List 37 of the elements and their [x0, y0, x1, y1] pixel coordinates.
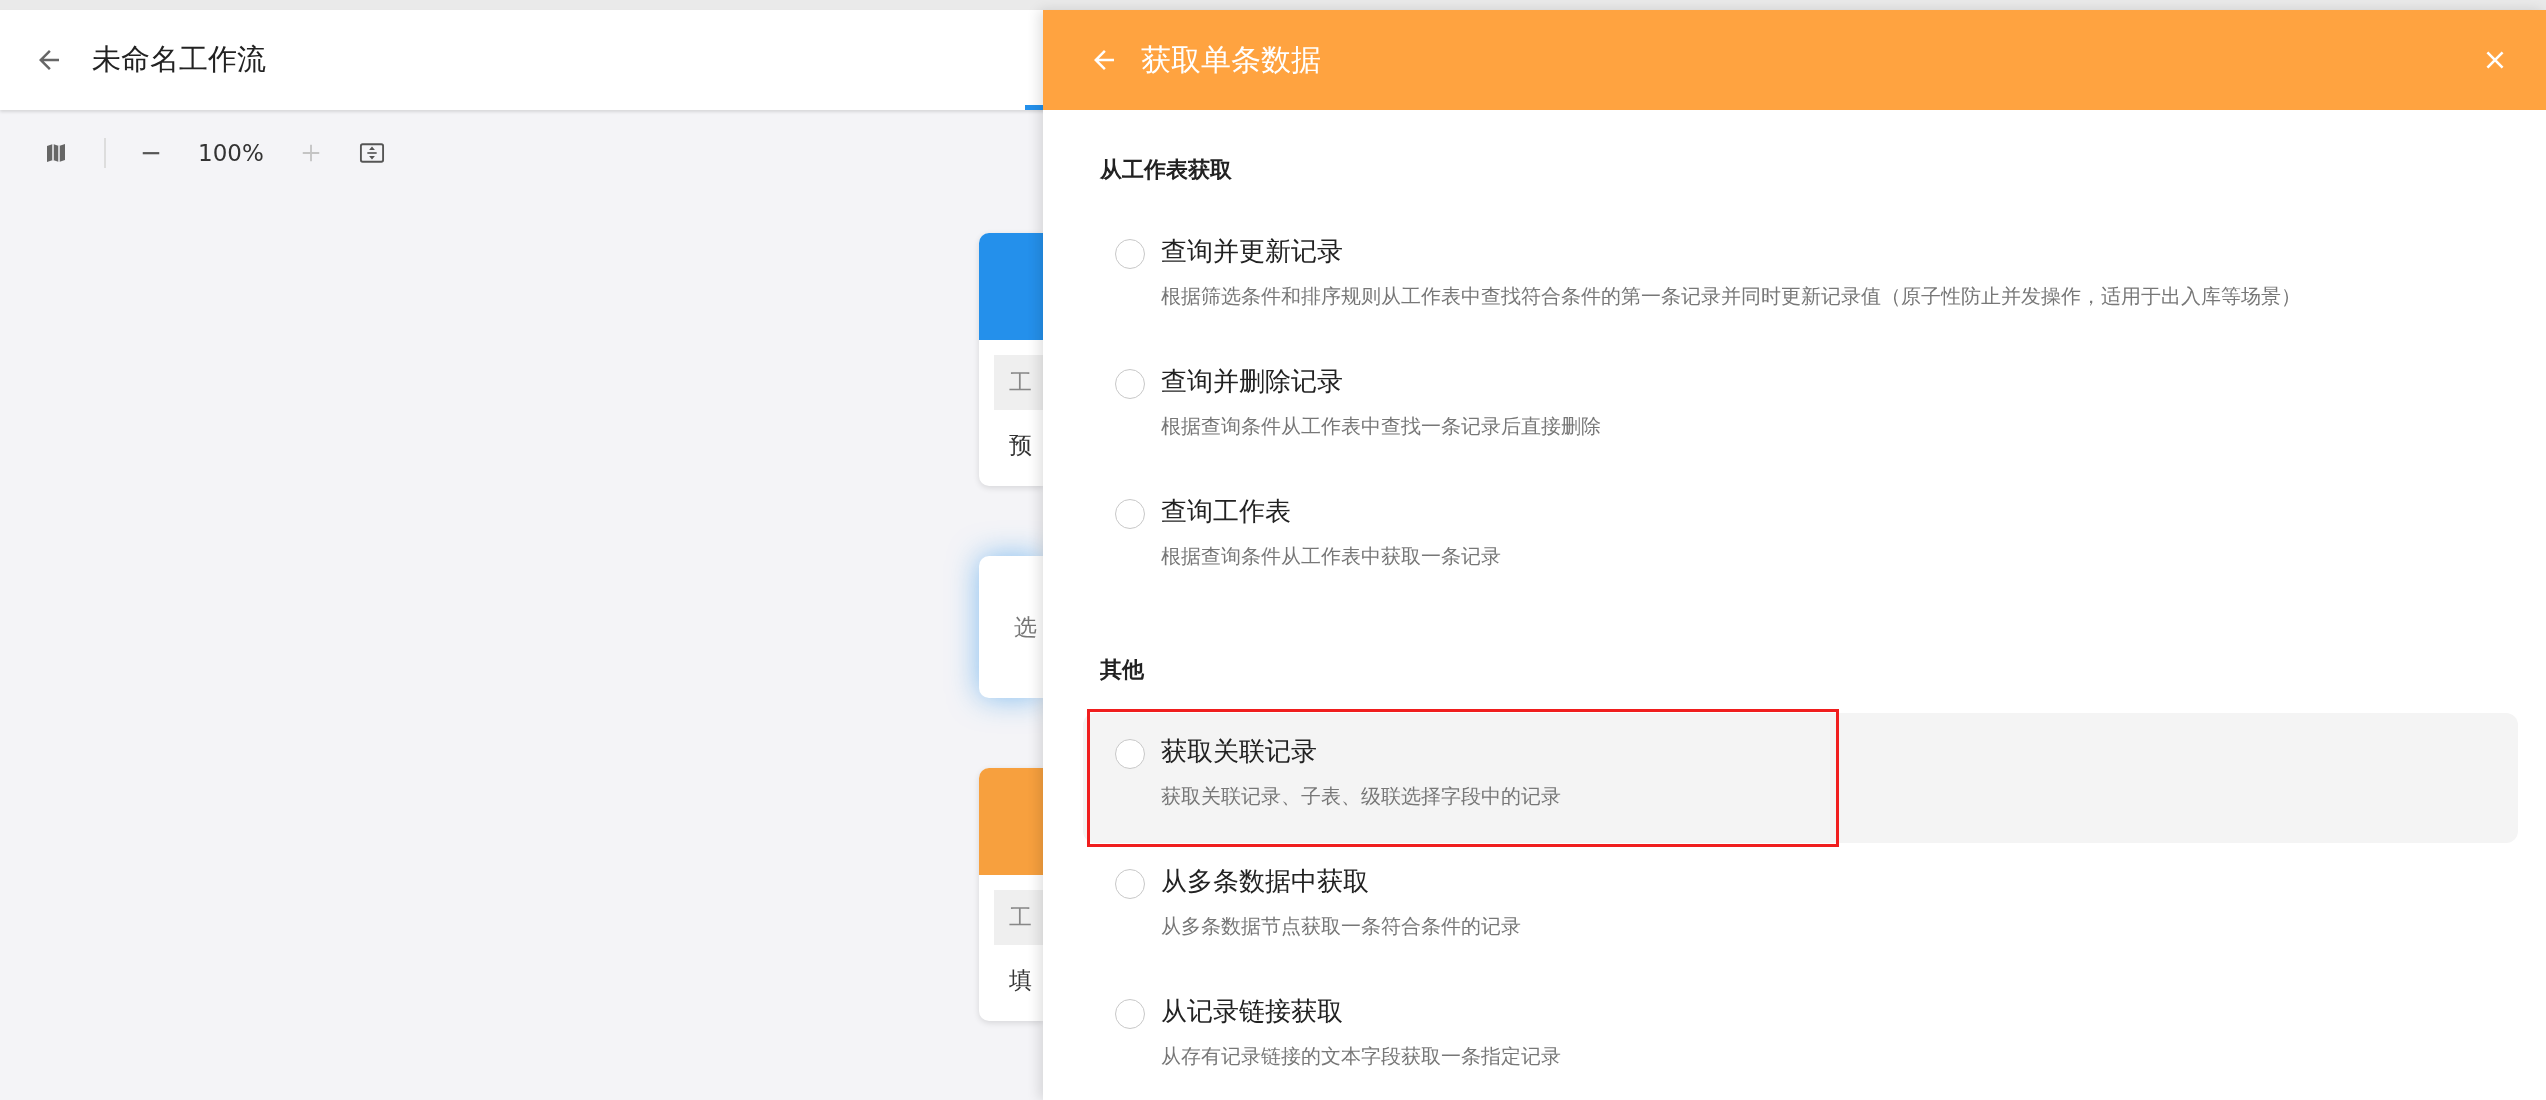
- option-title: 查询并更新记录: [1161, 235, 1344, 268]
- radio-button[interactable]: [1115, 739, 1145, 769]
- radio-button[interactable]: [1115, 869, 1145, 899]
- panel-title: 获取单条数据: [1141, 40, 1321, 79]
- section-title: 从工作表获取: [1099, 156, 1233, 184]
- option-row[interactable]: 查询并删除记录 根据查询条件从工作表中查找一条记录后直接删除: [1083, 343, 2518, 473]
- option-description: 从多条数据节点获取一条符合条件的记录: [1161, 913, 1521, 940]
- radio-button[interactable]: [1115, 239, 1145, 269]
- option-description: 根据筛选条件和排序规则从工作表中查找符合条件的第一条记录并同时更新记录值（原子性防止并发操作，适用于出入库等场景）: [1161, 283, 2301, 310]
- option-description: 根据查询条件从工作表中查找一条记录后直接删除: [1161, 413, 1601, 440]
- node-text: 预: [1009, 431, 1032, 460]
- option-row[interactable]: 从记录链接获取 从存有记录链接的文本字段获取一条指定记录: [1083, 973, 2518, 1100]
- radio-button[interactable]: [1115, 999, 1145, 1029]
- node-field-text: 工: [1009, 368, 1032, 397]
- option-description: 根据查询条件从工作表中获取一条记录: [1161, 543, 1501, 570]
- node-card[interactable]: 工 预: [979, 233, 1043, 486]
- zoom-level: 100%: [198, 140, 264, 166]
- radio-button[interactable]: [1115, 499, 1145, 529]
- node-text: 填: [1009, 966, 1032, 995]
- node-card[interactable]: 选: [979, 556, 1043, 698]
- option-row[interactable]: 查询工作表 根据查询条件从工作表中获取一条记录: [1083, 473, 2518, 603]
- option-title: 从多条数据中获取: [1161, 865, 1370, 898]
- option-title: 查询工作表: [1161, 495, 1292, 528]
- option-description: 从存有记录链接的文本字段获取一条指定记录: [1161, 1043, 1561, 1070]
- node-field-text: 工: [1009, 903, 1032, 932]
- radio-button[interactable]: [1115, 369, 1145, 399]
- node-text: 选: [1014, 612, 1037, 642]
- option-title: 获取关联记录: [1161, 735, 1318, 768]
- option-description: 获取关联记录、子表、级联选择字段中的记录: [1161, 783, 1561, 810]
- option-row[interactable]: 查询并更新记录 根据筛选条件和排序规则从工作表中查找符合条件的第一条记录并同时更新记录值（原子性防止并发操作，适用于出入库等场景）: [1083, 213, 2518, 343]
- section-title: 其他: [1099, 656, 1145, 684]
- option-title: 从记录链接获取: [1161, 995, 1344, 1028]
- workflow-title: 未命名工作流: [92, 41, 266, 78]
- node-card[interactable]: 工 填: [979, 768, 1043, 1021]
- option-row[interactable]: 从多条数据中获取 从多条数据节点获取一条符合条件的记录: [1083, 843, 2518, 973]
- option-title: 查询并删除记录: [1161, 365, 1344, 398]
- map-icon[interactable]: [44, 141, 68, 165]
